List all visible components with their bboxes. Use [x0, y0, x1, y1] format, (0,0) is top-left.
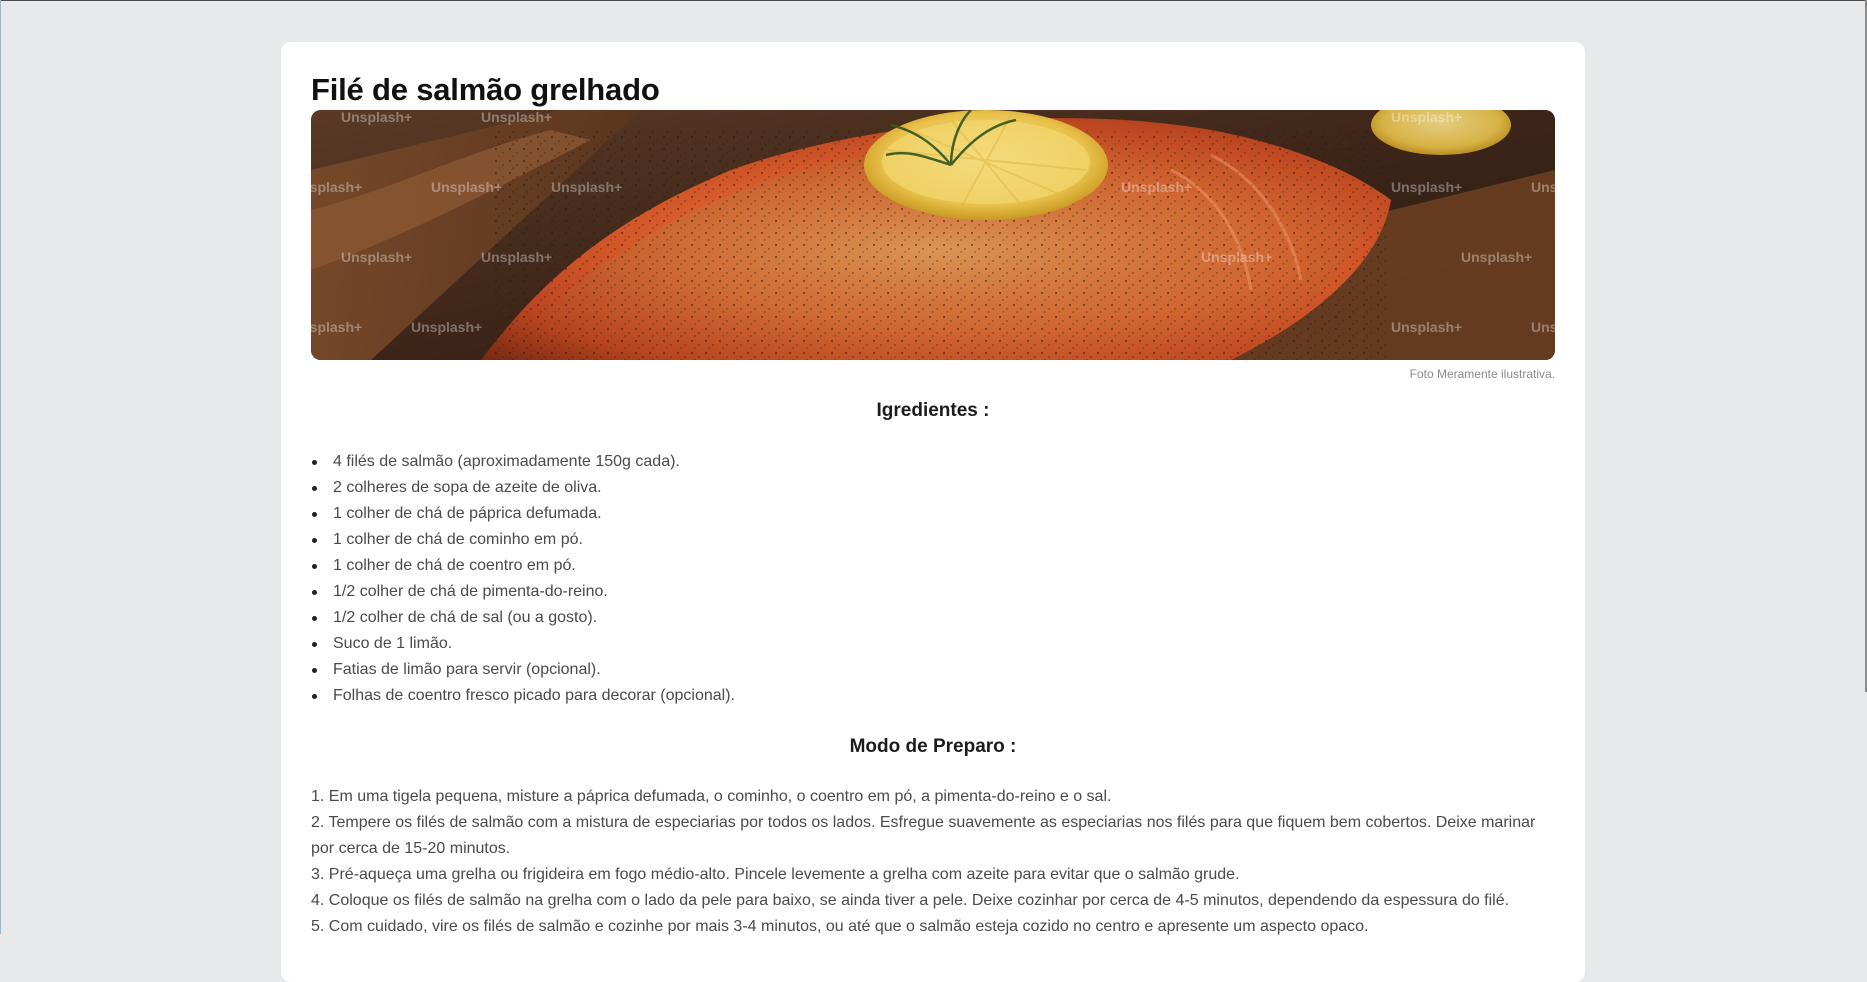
svg-text:Unsplash+: Unsplash+ [1531, 179, 1555, 195]
bullet-icon [312, 460, 317, 465]
method-steps-list: 1. Em uma tigela pequena, misture a pápr… [311, 784, 1555, 940]
bullet-icon [312, 538, 317, 543]
svg-text:Unsplash+: Unsplash+ [1391, 179, 1462, 195]
ingredient-item: 1 colher de chá de cominho em pó. [311, 527, 1555, 553]
method-step: 3. Pré-aqueça uma grelha ou frigideira e… [311, 866, 1240, 883]
ingredient-item: Suco de 1 limão. [311, 631, 1555, 657]
svg-text:Unsplash+: Unsplash+ [411, 319, 482, 335]
ingredients-list: 4 filés de salmão (aproximadamente 150g … [311, 449, 1555, 709]
ingredient-item: 1/2 colher de chá de sal (ou a gosto). [311, 605, 1555, 631]
bullet-icon [312, 616, 317, 621]
ingredient-text: 2 colheres de sopa de azeite de oliva. [333, 479, 602, 496]
bullet-icon [312, 668, 317, 673]
svg-text:Unsplash+: Unsplash+ [1391, 110, 1462, 125]
ingredient-item: 4 filés de salmão (aproximadamente 150g … [311, 449, 1555, 475]
ingredient-item: 2 colheres de sopa de azeite de oliva. [311, 475, 1555, 501]
bullet-icon [312, 694, 317, 699]
ingredient-text: 1 colher de chá de cominho em pó. [333, 531, 583, 548]
window-top-border [0, 0, 1867, 1]
method-step: 2. Tempere os filés de salmão com a mist… [311, 814, 1536, 857]
bullet-icon [312, 642, 317, 647]
svg-text:Unsplash+: Unsplash+ [1121, 179, 1192, 195]
svg-text:Unsplash+: Unsplash+ [481, 110, 552, 125]
svg-text:Unsplash+: Unsplash+ [1201, 249, 1272, 265]
svg-text:Unsplash+: Unsplash+ [1531, 319, 1555, 335]
svg-text:Unsplash+: Unsplash+ [341, 249, 412, 265]
ingredient-text: 1 colher de chá de páprica defumada. [333, 505, 602, 522]
ingredient-text: Folhas de coentro fresco picado para dec… [333, 687, 735, 704]
method-step: 4. Coloque os filés de salmão na grelha … [311, 892, 1510, 909]
svg-text:Unsplash+: Unsplash+ [311, 179, 362, 195]
ingredient-item: 1 colher de chá de coentro em pó. [311, 553, 1555, 579]
method-step: 5. Com cuidado, vire os filés de salmão … [311, 918, 1369, 935]
bullet-icon [312, 486, 317, 491]
ingredient-item: 1/2 colher de chá de pimenta-do-reino. [311, 579, 1555, 605]
window-left-border [0, 0, 1, 934]
svg-text:Unsplash+: Unsplash+ [431, 179, 502, 195]
ingredients-heading: Igredientes : [876, 400, 990, 421]
ingredient-text: 4 filés de salmão (aproximadamente 150g … [333, 453, 680, 470]
ingredient-item: Folhas de coentro fresco picado para dec… [311, 683, 1555, 709]
ingredient-text: 1/2 colher de chá de pimenta-do-reino. [333, 583, 608, 600]
bullet-icon [312, 590, 317, 595]
salmon-photo-illustration: Unsplash+ Unsplash+ Unsplash+ Unsplash+ … [311, 110, 1555, 360]
ingredient-text: Fatias de limão para servir (opcional). [333, 661, 601, 678]
svg-text:Unsplash+: Unsplash+ [1461, 249, 1532, 265]
svg-text:Unsplash+: Unsplash+ [341, 110, 412, 125]
svg-text:Unsplash+: Unsplash+ [1391, 319, 1462, 335]
method-step: 1. Em uma tigela pequena, misture a pápr… [311, 788, 1112, 805]
svg-text:Unsplash+: Unsplash+ [551, 179, 622, 195]
ingredient-item: Fatias de limão para servir (opcional). [311, 657, 1555, 683]
image-caption: Foto Meramente ilustrativa. [1409, 367, 1555, 381]
bullet-icon [312, 512, 317, 517]
ingredient-text: Suco de 1 limão. [333, 635, 453, 652]
svg-text:Unsplash+: Unsplash+ [311, 319, 362, 335]
recipe-title: Filé de salmão grelhado [311, 72, 660, 107]
ingredient-text: 1/2 colher de chá de sal (ou a gosto). [333, 609, 598, 626]
ingredient-item: 1 colher de chá de páprica defumada. [311, 501, 1555, 527]
method-heading: Modo de Preparo : [849, 736, 1017, 757]
svg-text:Unsplash+: Unsplash+ [481, 249, 552, 265]
recipe-card: Filé de salmão grelhado Unsplash+ Unspla… [281, 42, 1585, 982]
bullet-icon [312, 564, 317, 569]
ingredient-text: 1 colher de chá de coentro em pó. [333, 557, 576, 574]
salmon-photo: Unsplash+ Unsplash+ Unsplash+ Unsplash+ … [311, 110, 1555, 360]
